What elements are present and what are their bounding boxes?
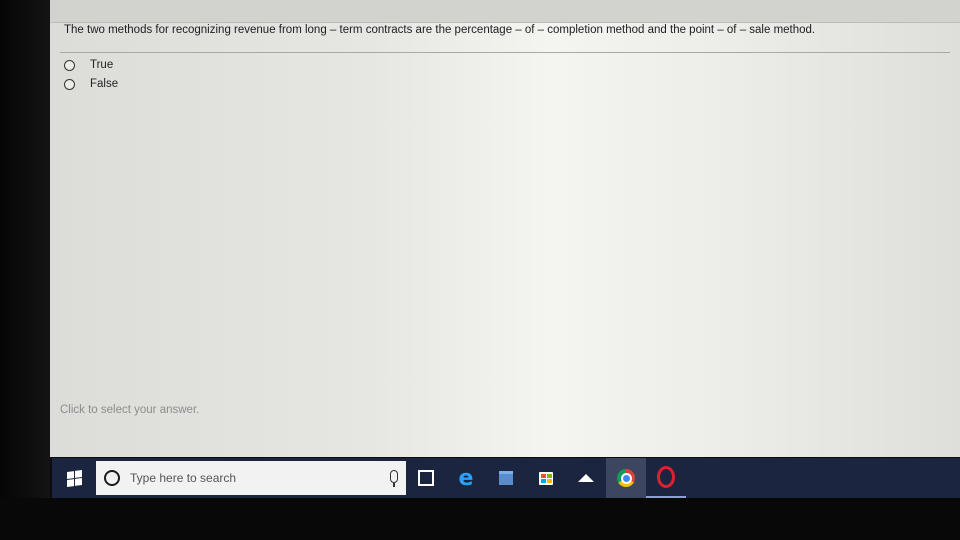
task-view-button[interactable]: [406, 458, 446, 498]
file-explorer-button[interactable]: [486, 458, 526, 498]
taskbar-search-box[interactable]: Type here to search: [96, 461, 406, 495]
option-true[interactable]: True: [64, 59, 113, 71]
edge-button[interactable]: e: [446, 458, 486, 498]
search-placeholder: Type here to search: [130, 471, 237, 485]
question-text: The two methods for recognizing revenue …: [64, 24, 816, 36]
graduation-cap-icon: [578, 474, 594, 482]
radio-button-true[interactable]: [64, 59, 75, 71]
windows-taskbar: Type here to search e: [52, 458, 960, 498]
divider: [60, 52, 950, 53]
task-view-icon: [418, 470, 434, 486]
select-answer-hint: Click to select your answer.: [60, 404, 200, 416]
graduation-app-button[interactable]: [566, 458, 606, 498]
store-icon: [539, 471, 553, 485]
file-explorer-icon: [499, 471, 513, 485]
start-button[interactable]: [52, 458, 96, 498]
quiz-screen: The two methods for recognizing revenue …: [50, 0, 960, 457]
radio-button-false[interactable]: [64, 78, 75, 90]
chrome-button[interactable]: [606, 458, 646, 498]
option-false[interactable]: False: [64, 78, 118, 90]
edge-icon: e: [458, 465, 474, 491]
monitor-bezel-left: [0, 0, 50, 540]
windows-start-icon: [66, 469, 82, 487]
opera-button[interactable]: [646, 458, 686, 498]
option-label-false: False: [90, 78, 119, 90]
monitor-bezel-bottom: [0, 498, 960, 540]
microphone-icon[interactable]: [390, 470, 398, 487]
store-button[interactable]: [526, 458, 566, 498]
top-bar: [50, 0, 960, 23]
chrome-icon: [617, 469, 635, 487]
option-label-true: True: [90, 59, 114, 71]
search-icon: [104, 470, 120, 486]
opera-icon: [657, 466, 675, 488]
